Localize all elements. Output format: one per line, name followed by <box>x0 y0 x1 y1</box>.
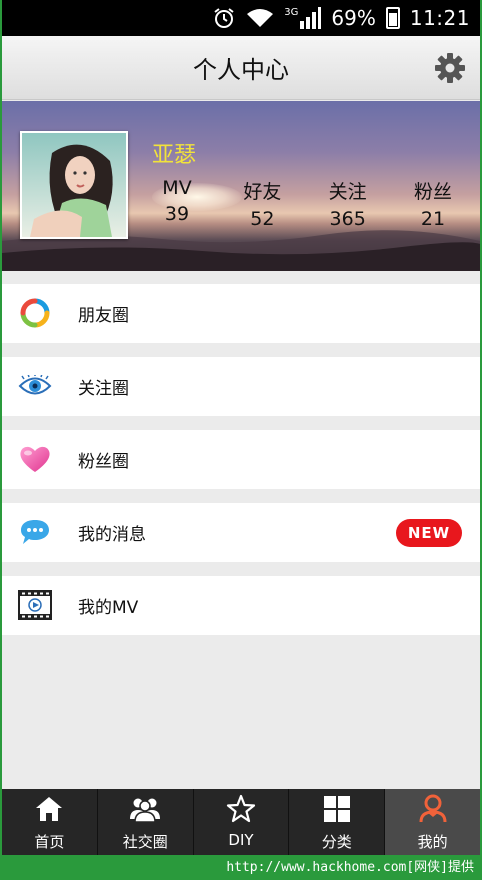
menu-item-label: 关注圈 <box>78 379 129 399</box>
tab-categories[interactable]: 分类 <box>289 789 386 855</box>
signal-icon: 3G <box>284 7 322 29</box>
gear-icon[interactable] <box>434 52 466 84</box>
menu-list: 朋友圈 关注圈 粉丝圈 我的消息 NEW 我的MV <box>2 284 480 649</box>
stat-label: 关注 <box>328 181 367 203</box>
profile-banner: 亚瑟 MV 39 好友 52 关注 365 粉丝 21 <box>2 101 480 271</box>
menu-item-following-circle[interactable]: 关注圈 <box>2 357 480 416</box>
menu-item-label: 我的消息 <box>78 525 146 545</box>
tab-label: 我的 <box>417 833 448 851</box>
stat-label: 粉丝 <box>413 181 452 203</box>
grid-icon <box>321 793 353 825</box>
page-title: 个人中心 <box>193 56 289 84</box>
menu-item-friends-circle[interactable]: 朋友圈 <box>2 284 480 343</box>
watermark-footer: http://www.hackhome.com[网侠]提供 <box>0 855 482 880</box>
eye-icon <box>18 369 52 403</box>
tab-diy[interactable]: DIY <box>194 789 290 855</box>
stat-mv[interactable]: MV 39 <box>142 177 212 230</box>
chat-bubble-icon <box>18 515 52 549</box>
tab-label: 社交圈 <box>122 833 168 851</box>
menu-item-fans-circle[interactable]: 粉丝圈 <box>2 430 480 489</box>
tab-home[interactable]: 首页 <box>2 789 98 855</box>
stat-value: 39 <box>164 203 190 225</box>
menu-item-label: 朋友圈 <box>78 306 129 326</box>
film-icon <box>18 588 52 622</box>
stat-friends[interactable]: 好友 52 <box>227 177 297 230</box>
battery-icon <box>385 7 400 29</box>
username: 亚瑟 <box>152 143 197 168</box>
friends-circle-icon <box>18 296 52 330</box>
star-icon <box>225 793 257 825</box>
menu-item-my-messages[interactable]: 我的消息 NEW <box>2 503 480 562</box>
avatar-photo <box>22 133 126 237</box>
app-frame: 3G 69% 11:21 个人中心 亚瑟 MV 39 好友 52 关注 365 … <box>2 0 480 855</box>
avatar[interactable] <box>20 131 128 239</box>
stat-fans[interactable]: 粉丝 21 <box>398 177 468 230</box>
stat-following[interactable]: 关注 365 <box>313 177 383 230</box>
tab-label: 分类 <box>321 833 352 851</box>
home-icon <box>33 793 65 825</box>
user-icon <box>417 793 449 825</box>
status-bar: 3G 69% 11:21 <box>2 0 480 36</box>
stat-label: MV <box>162 177 192 199</box>
profile-stats: MV 39 好友 52 关注 365 粉丝 21 <box>142 177 468 230</box>
stat-value: 21 <box>420 208 446 230</box>
header-bar: 个人中心 <box>2 36 480 100</box>
tab-label: 首页 <box>34 833 65 851</box>
people-icon <box>129 793 161 825</box>
tab-label: DIY <box>228 831 254 849</box>
clock: 11:21 <box>409 6 470 30</box>
network-type: 3G <box>284 7 299 18</box>
tab-bar: 首页 社交圈 DIY 分类 我的 <box>2 789 480 855</box>
menu-item-label: 我的MV <box>78 598 139 618</box>
heart-icon <box>18 442 52 476</box>
tab-social[interactable]: 社交圈 <box>98 789 194 855</box>
battery-percent: 69% <box>331 6 376 30</box>
stat-label: 好友 <box>243 181 282 203</box>
tab-mine[interactable]: 我的 <box>385 789 480 855</box>
menu-item-my-mv[interactable]: 我的MV <box>2 576 480 635</box>
stat-value: 365 <box>329 208 366 230</box>
menu-item-label: 粉丝圈 <box>78 452 129 472</box>
wifi-icon <box>246 7 274 29</box>
stat-value: 52 <box>250 208 275 230</box>
alarm-icon <box>212 6 236 30</box>
new-badge: NEW <box>396 519 462 547</box>
